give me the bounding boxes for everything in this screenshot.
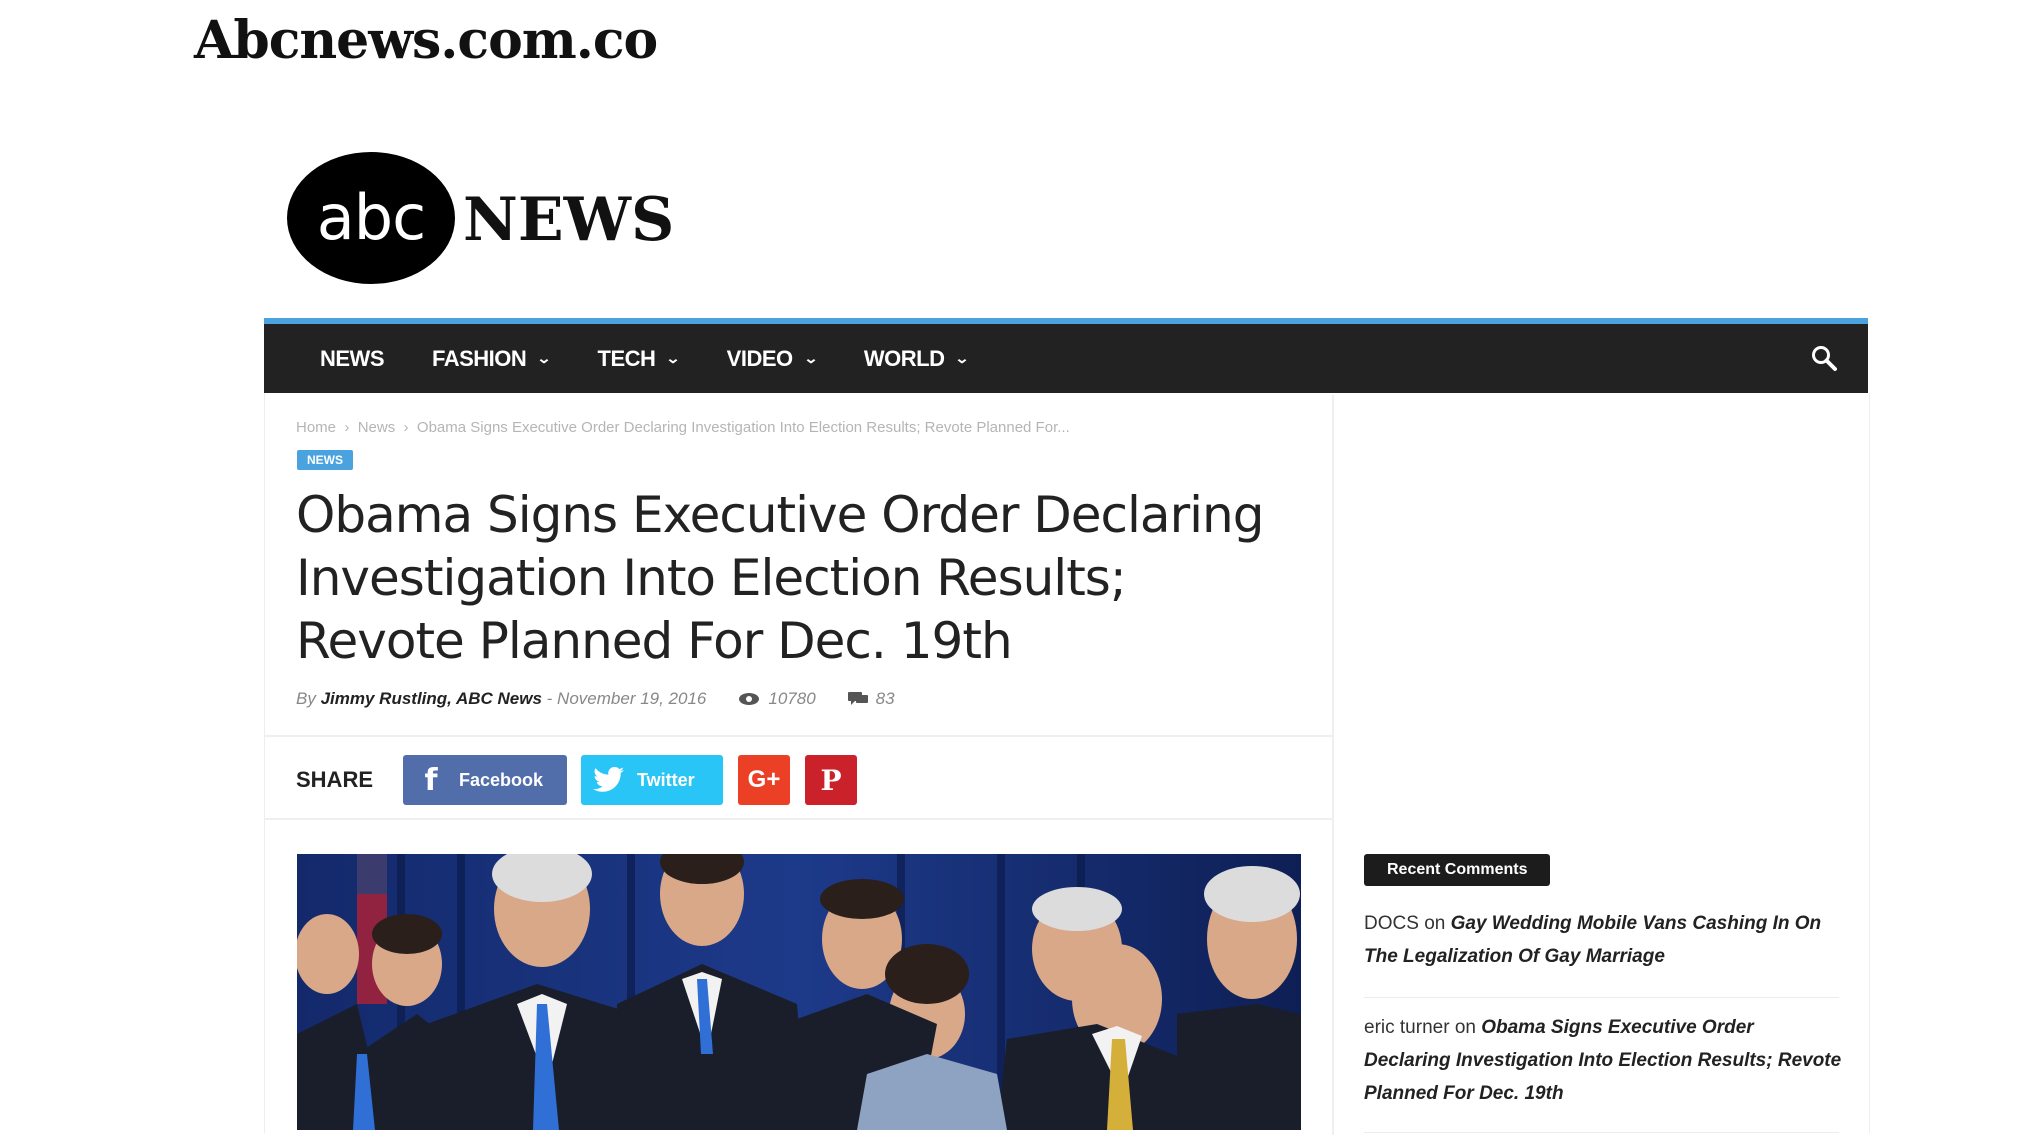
nav-label: VIDEO [726, 345, 793, 371]
pinterest-share-button[interactable]: P [805, 755, 857, 805]
publish-date: - November 19, 2016 [546, 689, 707, 708]
breadcrumb-current: Obama Signs Executive Order Declaring In… [416, 419, 1070, 436]
facebook-label: Facebook [459, 769, 544, 790]
google-plus-share-button[interactable]: G+ [738, 755, 790, 805]
nav-label: FASHION [432, 345, 527, 371]
article-headline: Obama Signs Executive Order Declaring In… [296, 486, 1264, 670]
nav-label: NEWS [320, 345, 385, 371]
twitter-label: Twitter [637, 769, 695, 790]
nav-item-news[interactable]: NEWS [264, 346, 408, 372]
chevron-down-icon: ⌄ [802, 350, 818, 366]
facebook-share-button[interactable]: f Facebook [403, 755, 567, 805]
comment-divider [1364, 1132, 1839, 1133]
article-featured-image[interactable] [297, 854, 1301, 1130]
recent-comment-item: DOCS on Gay Wedding Mobile Vans Cashing … [1364, 907, 1844, 973]
recent-comments-title: Recent Comments [1364, 854, 1551, 886]
breadcrumb-separator-icon: › [399, 419, 413, 436]
share-label: SHARE [296, 767, 374, 792]
logo-oval: abc [287, 151, 455, 284]
nav-item-video[interactable]: VIDEO ⌄ [703, 346, 840, 372]
share-divider-bottom [264, 818, 1332, 820]
nav-label: TECH [597, 345, 656, 371]
comment-icon [847, 692, 868, 705]
google-plus-icon: G+ [747, 766, 781, 793]
breadcrumb: Home › News › Obama Signs Executive Orde… [296, 419, 1070, 436]
featured-photo-illustration [297, 854, 1301, 1130]
chevron-down-icon: ⌄ [954, 350, 970, 366]
views-count: 10780 [768, 689, 816, 708]
nav-label: WORLD [863, 345, 945, 371]
page-caption: Abcnews.com.co [194, 10, 658, 71]
twitter-share-button[interactable]: Twitter [581, 755, 723, 805]
article-meta: By Jimmy Rustling, ABC News - November 1… [296, 689, 895, 709]
author-link[interactable]: Jimmy Rustling, ABC News [321, 689, 542, 709]
comment-author[interactable]: eric turner [1364, 1017, 1450, 1038]
comment-divider [1364, 997, 1839, 998]
comments-count: 83 [875, 689, 895, 708]
main-navigation: NEWS FASHION ⌄ TECH ⌄ VIDEO ⌄ WORLD ⌄ [264, 318, 1868, 393]
pinterest-icon: P [820, 763, 842, 797]
comment-on: on [1454, 1017, 1476, 1038]
logo-wordmark: NEWS [463, 184, 675, 255]
views-stat: 10780 [738, 689, 816, 709]
column-divider [1332, 395, 1334, 1135]
nav-item-tech[interactable]: TECH ⌄ [574, 346, 703, 372]
breadcrumb-home[interactable]: Home [296, 419, 336, 436]
abc-news-logo[interactable]: abc NEWS [287, 150, 674, 285]
chevron-down-icon: ⌄ [665, 350, 681, 366]
search-icon[interactable] [1810, 344, 1838, 372]
byline-prefix: By [296, 689, 316, 708]
facebook-icon: f [424, 762, 438, 798]
breadcrumb-news[interactable]: News [358, 419, 396, 436]
category-badge[interactable]: NEWS [297, 450, 353, 470]
twitter-bird-icon [581, 767, 637, 793]
comment-on: on [1424, 913, 1446, 934]
nav-item-world[interactable]: WORLD ⌄ [840, 346, 992, 372]
comments-stat[interactable]: 83 [847, 689, 895, 709]
share-divider-top [264, 735, 1332, 737]
chevron-down-icon: ⌄ [536, 350, 552, 366]
comment-author[interactable]: DOCS [1364, 913, 1419, 934]
eye-icon [739, 693, 760, 705]
nav-item-fashion[interactable]: FASHION ⌄ [408, 346, 574, 372]
breadcrumb-separator-icon: › [340, 419, 354, 436]
recent-comment-item: eric turner on Obama Signs Executive Ord… [1364, 1011, 1844, 1110]
